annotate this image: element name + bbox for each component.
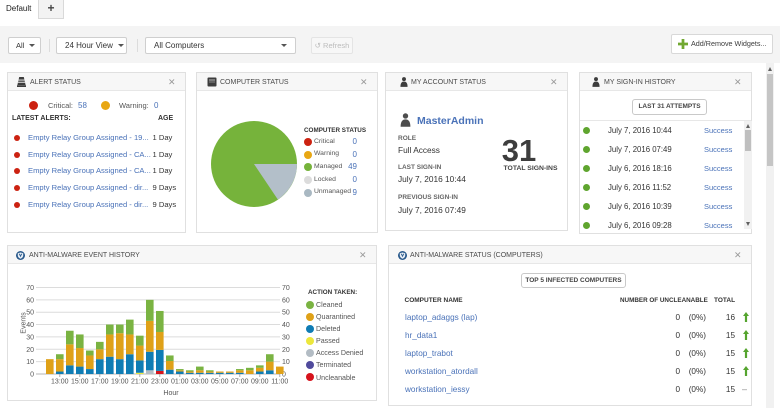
svg-text:23:00: 23:00 (151, 379, 169, 386)
svg-text:10: 10 (282, 359, 290, 366)
svg-text:10: 10 (26, 359, 34, 366)
svg-text:50: 50 (282, 310, 290, 317)
svg-text:15:00: 15:00 (71, 379, 89, 386)
svg-text:19:00: 19:00 (111, 379, 129, 386)
svg-text:20: 20 (26, 347, 34, 354)
svg-text:17:00: 17:00 (91, 379, 109, 386)
svg-text:70: 70 (282, 285, 290, 292)
svg-text:70: 70 (26, 285, 34, 292)
svg-text:20: 20 (282, 347, 290, 354)
svg-text:40: 40 (282, 322, 290, 329)
svg-text:21:00: 21:00 (131, 379, 149, 386)
svg-text:Events: Events (21, 312, 28, 334)
svg-text:11:00: 11:00 (271, 379, 288, 386)
svg-text:30: 30 (26, 334, 34, 341)
svg-text:30: 30 (282, 334, 290, 341)
svg-text:09:00: 09:00 (251, 379, 269, 386)
svg-text:01:00: 01:00 (171, 379, 189, 386)
svg-text:13:00: 13:00 (51, 379, 69, 386)
svg-text:Hour: Hour (163, 390, 179, 397)
svg-text:60: 60 (26, 297, 34, 304)
svg-text:60: 60 (282, 297, 290, 304)
svg-text:03:00: 03:00 (191, 379, 209, 386)
svg-text:0: 0 (30, 372, 34, 379)
svg-text:07:00: 07:00 (231, 379, 249, 386)
svg-text:05:00: 05:00 (211, 379, 229, 386)
